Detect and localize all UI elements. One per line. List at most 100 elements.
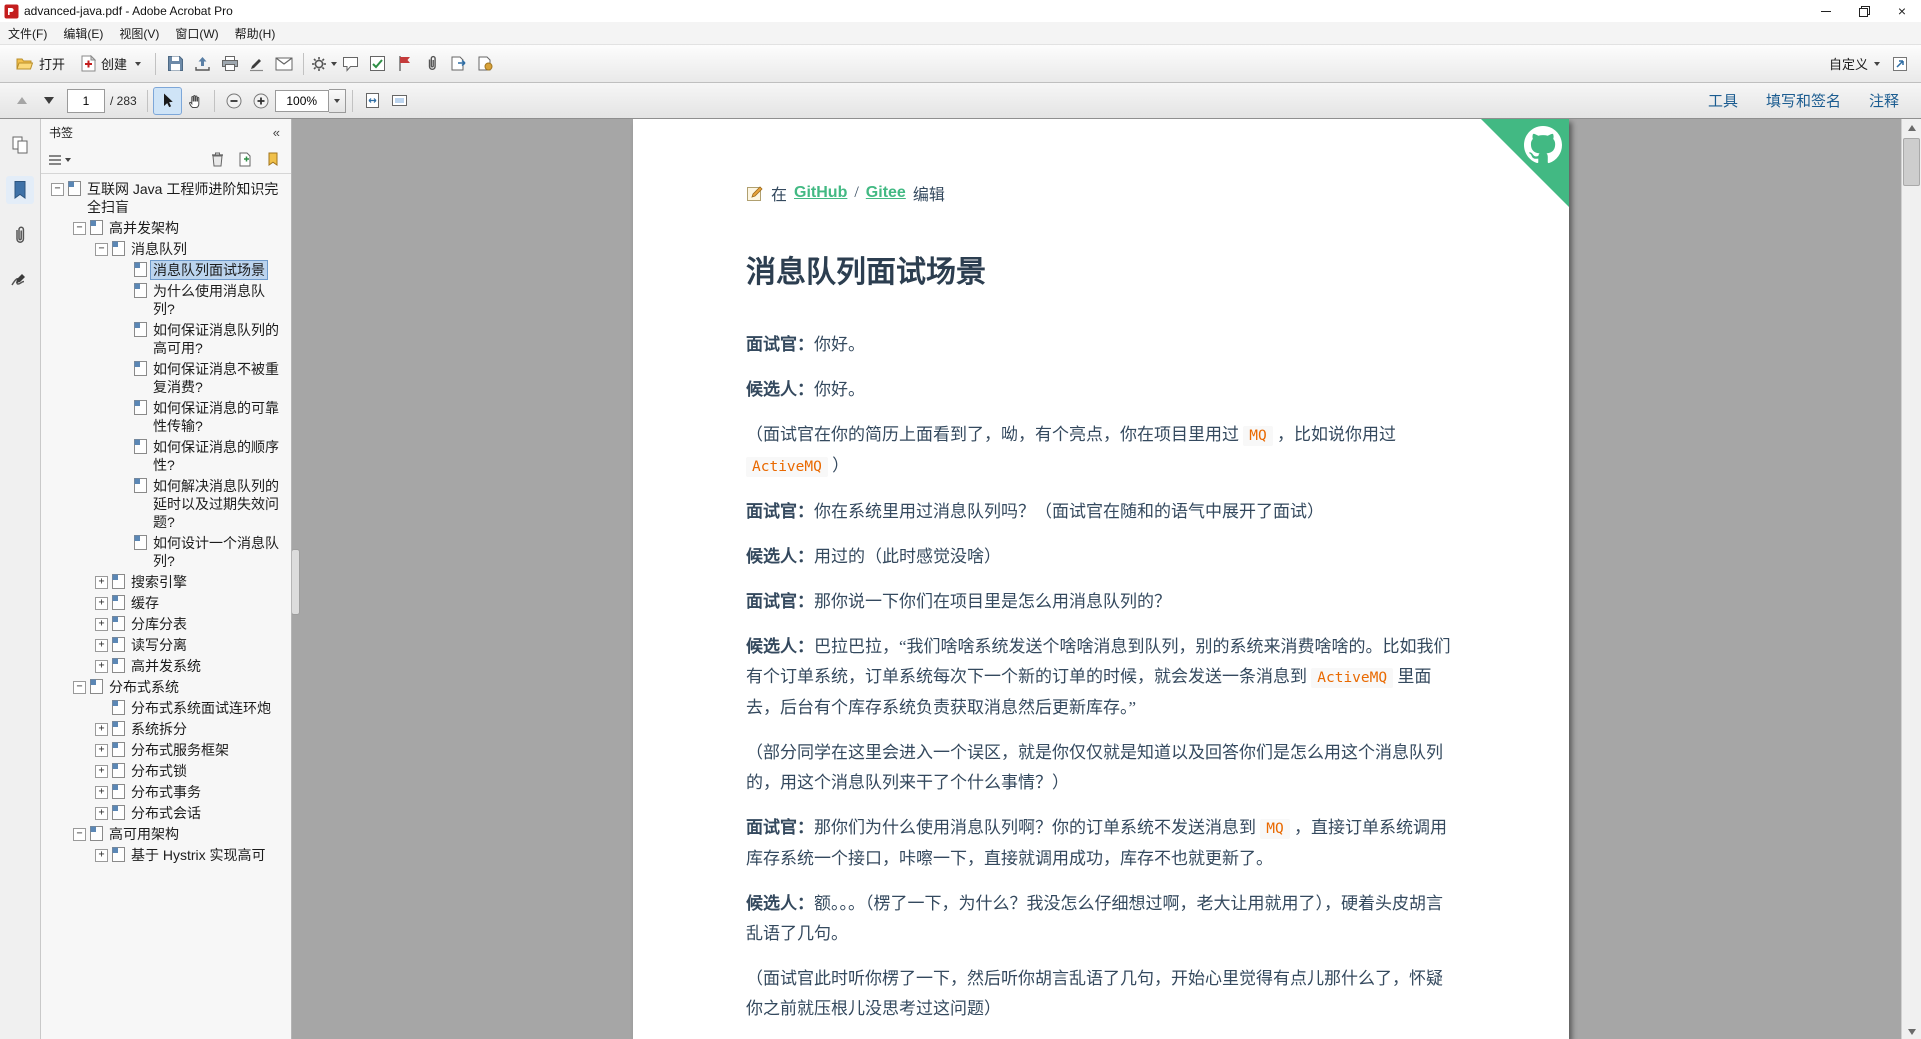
bookmark-item[interactable]: 如何设计一个消息队列?	[41, 534, 287, 570]
bookmark-item[interactable]: 消息队列面试场景	[41, 260, 287, 280]
collapse-toggle[interactable]: −	[95, 243, 108, 256]
tools-tab[interactable]: 工具	[1694, 90, 1752, 111]
bookmark-label[interactable]: 如何保证消息不被重复消费?	[151, 360, 287, 396]
settings-button[interactable]	[310, 51, 338, 77]
bookmark-label[interactable]: 高并发架构	[107, 219, 181, 237]
bookmarks-panel-button[interactable]	[6, 176, 34, 204]
bookmark-item[interactable]: − 消息队列	[41, 240, 287, 258]
bookmark-item[interactable]: 如何保证消息的可靠性传输?	[41, 399, 287, 435]
bookmark-label[interactable]: 消息队列面试场景	[150, 260, 268, 280]
bookmark-options-button[interactable]	[47, 149, 71, 171]
bookmark-item[interactable]: 如何保证消息不被重复消费?	[41, 360, 287, 396]
bookmark-item[interactable]: − 互联网 Java 工程师进阶知识完全扫盲	[41, 180, 287, 216]
bookmark-item[interactable]: + 搜索引擎	[41, 573, 287, 591]
expand-toggle[interactable]: +	[95, 597, 108, 610]
bookmark-item[interactable]: + 缓存	[41, 594, 287, 612]
bookmark-label[interactable]: 为什么使用消息队列?	[151, 282, 287, 318]
bookmark-label[interactable]: 分布式系统	[107, 678, 181, 696]
bookmark-label[interactable]: 高并发系统	[129, 657, 203, 675]
expand-toggle[interactable]: +	[95, 723, 108, 736]
page-width-button[interactable]	[386, 88, 413, 114]
print-button[interactable]	[216, 51, 243, 77]
bookmark-item[interactable]: 如何解决消息队列的延时以及过期失效问题?	[41, 477, 287, 531]
bookmark-item[interactable]: + 高并发系统	[41, 657, 287, 675]
zoom-out-button[interactable]	[221, 88, 248, 114]
bookmark-label[interactable]: 系统拆分	[129, 720, 189, 738]
comment-tab[interactable]: 注释	[1855, 90, 1913, 111]
menu-help[interactable]: 帮助(H)	[227, 22, 284, 44]
attach-file-button[interactable]	[418, 51, 445, 77]
bookmark-label[interactable]: 分库分表	[129, 615, 189, 633]
gitee-link[interactable]: Gitee	[866, 184, 906, 202]
bookmark-label[interactable]: 互联网 Java 工程师进阶知识完全扫盲	[85, 180, 287, 216]
collapse-toggle[interactable]: −	[73, 222, 86, 235]
bookmark-label[interactable]: 缓存	[129, 594, 161, 612]
bookmark-item[interactable]: − 高并发架构	[41, 219, 287, 237]
select-tool-button[interactable]	[152, 86, 182, 115]
bookmark-item[interactable]: 分布式系统面试连环炮	[41, 699, 287, 717]
bookmark-item[interactable]: + 系统拆分	[41, 720, 287, 738]
scrollbar-thumb[interactable]	[1903, 138, 1920, 186]
expand-toggle[interactable]: +	[95, 744, 108, 757]
bookmark-label[interactable]: 如何保证消息的可靠性传输?	[151, 399, 287, 435]
collapse-toggle[interactable]: −	[73, 681, 86, 694]
bookmark-label[interactable]: 消息队列	[129, 240, 189, 258]
hand-tool-button[interactable]	[181, 88, 208, 114]
expand-toggle[interactable]: +	[95, 849, 108, 862]
page-fit-button[interactable]	[359, 88, 386, 114]
expand-toggle[interactable]: +	[95, 576, 108, 589]
bookmark-item[interactable]: + 分布式服务框架	[41, 741, 287, 759]
zoom-in-button[interactable]	[248, 88, 275, 114]
minimize-button[interactable]	[1807, 0, 1845, 22]
delete-bookmark-button[interactable]	[205, 149, 229, 171]
menu-view[interactable]: 视图(V)	[111, 22, 167, 44]
expand-toggle[interactable]: +	[95, 786, 108, 799]
share-button[interactable]	[189, 51, 216, 77]
bookmark-label[interactable]: 基于 Hystrix 实现高可	[129, 846, 268, 864]
sign-button[interactable]	[243, 51, 270, 77]
bookmark-label[interactable]: 分布式服务框架	[129, 741, 231, 759]
bookmark-label[interactable]: 分布式系统面试连环炮	[129, 699, 273, 717]
zoom-level-display[interactable]: 100%	[274, 89, 329, 112]
collapse-toggle[interactable]: −	[73, 828, 86, 841]
signatures-panel-button[interactable]	[6, 266, 34, 294]
bookmark-item[interactable]: + 分库分表	[41, 615, 287, 633]
bookmark-item[interactable]: + 基于 Hystrix 实现高可	[41, 846, 287, 864]
highlight-bookmark-button[interactable]	[261, 149, 285, 171]
panel-splitter[interactable]	[292, 549, 300, 615]
restore-button[interactable]	[1845, 0, 1883, 22]
expand-tools-button[interactable]	[1886, 51, 1913, 77]
scroll-up-button[interactable]	[1902, 119, 1921, 136]
bookmark-item[interactable]: − 高可用架构	[41, 825, 287, 843]
create-button[interactable]: 创建	[73, 51, 149, 76]
email-button[interactable]	[270, 51, 297, 77]
bookmark-label[interactable]: 如何保证消息队列的高可用?	[151, 321, 287, 357]
expand-toggle[interactable]: +	[95, 639, 108, 652]
bookmark-label[interactable]: 如何设计一个消息队列?	[151, 534, 287, 570]
expand-toggle[interactable]: +	[95, 618, 108, 631]
review-button[interactable]	[364, 51, 391, 77]
certify-button[interactable]	[472, 51, 499, 77]
expand-toggle[interactable]: +	[95, 765, 108, 778]
bookmark-label[interactable]: 如何解决消息队列的延时以及过期失效问题?	[151, 477, 287, 531]
page-thumbnails-button[interactable]	[6, 131, 34, 159]
bookmark-item[interactable]: − 分布式系统	[41, 678, 287, 696]
menu-edit[interactable]: 编辑(E)	[55, 22, 111, 44]
menu-file[interactable]: 文件(F)	[0, 22, 55, 44]
close-button[interactable]: ×	[1883, 0, 1921, 22]
bookmark-label[interactable]: 分布式事务	[129, 783, 203, 801]
bookmark-label[interactable]: 读写分离	[129, 636, 189, 654]
bookmark-label[interactable]: 如何保证消息的顺序性?	[151, 438, 287, 474]
new-bookmark-button[interactable]	[233, 149, 257, 171]
prev-page-button[interactable]	[8, 88, 35, 114]
bookmark-item[interactable]: 为什么使用消息队列?	[41, 282, 287, 318]
expand-toggle[interactable]: +	[95, 660, 108, 673]
bookmark-label[interactable]: 高可用架构	[107, 825, 181, 843]
menu-window[interactable]: 窗口(W)	[167, 22, 226, 44]
save-button[interactable]	[162, 51, 189, 77]
bookmark-item[interactable]: + 分布式事务	[41, 783, 287, 801]
next-page-button[interactable]	[35, 88, 62, 114]
export-button[interactable]	[445, 51, 472, 77]
bookmark-item[interactable]: + 分布式会话	[41, 804, 287, 822]
bookmark-label[interactable]: 分布式锁	[129, 762, 189, 780]
